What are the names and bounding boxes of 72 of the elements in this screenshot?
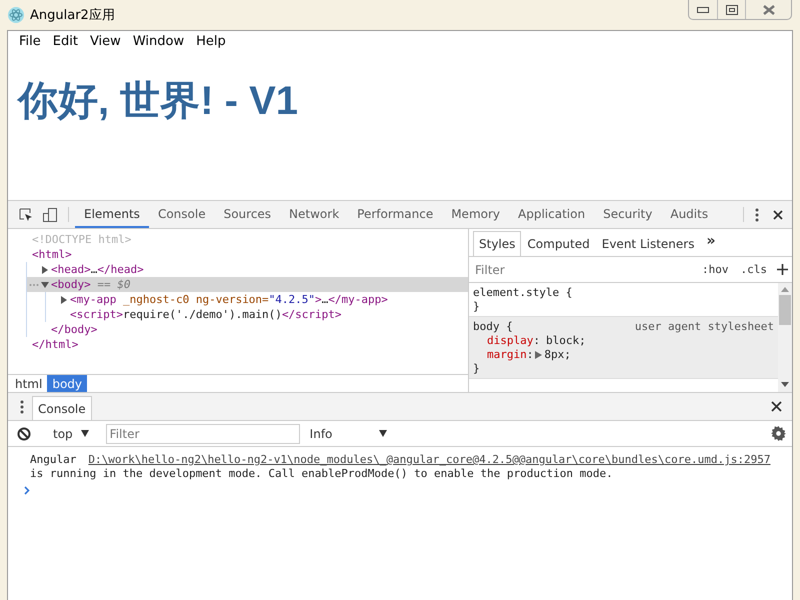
devtools-tab[interactable]: Network bbox=[280, 201, 348, 228]
property-name: margin bbox=[487, 348, 527, 362]
dom-node-text: <my-app _nghost-c0 ng-version="4.2.5">…</my-app> bbox=[70, 292, 388, 307]
console-filter-field[interactable]: Filter bbox=[106, 424, 300, 444]
styles-tab[interactable]: Styles bbox=[473, 231, 522, 256]
devtools-tab[interactable]: Memory bbox=[442, 201, 510, 228]
menu-item[interactable]: Edit bbox=[46, 34, 84, 48]
dom-node-row[interactable]: <head>…</head> bbox=[27, 262, 468, 277]
message-source: Angular bbox=[30, 453, 76, 466]
rule-selector: body { bbox=[473, 320, 513, 334]
more-dots-icon[interactable] bbox=[29, 282, 39, 286]
dom-node-row[interactable]: <html> bbox=[8, 247, 468, 262]
dom-node-text: </html> bbox=[32, 337, 78, 352]
level-dropdown[interactable]: Info bbox=[306, 426, 391, 440]
dom-node-row[interactable]: <script>require('./demo').main()</script> bbox=[46, 307, 468, 322]
dom-node-text: <head>…</head> bbox=[51, 262, 144, 277]
colon-text: : bbox=[526, 348, 534, 362]
dom-node-text: <!DOCTYPE html> bbox=[32, 232, 132, 247]
menu-item[interactable]: View bbox=[84, 34, 127, 48]
breadcrumb[interactable]: html bbox=[10, 375, 48, 392]
expand-triangle-icon[interactable] bbox=[535, 351, 542, 359]
devtools-tab[interactable]: Performance bbox=[348, 201, 442, 228]
styles-tab[interactable]: Computed bbox=[521, 231, 596, 256]
devtools-tab[interactable]: Security bbox=[594, 201, 662, 228]
page-heading: 你好, 世界! - V1 bbox=[18, 78, 298, 125]
caret-icon bbox=[378, 430, 387, 437]
devtools-tab[interactable]: Elements bbox=[75, 201, 149, 228]
minimize-icon bbox=[697, 6, 709, 12]
hov-button[interactable]: :hov bbox=[700, 263, 730, 276]
devtools-tab[interactable]: Console bbox=[148, 201, 215, 228]
rule-origin: user agent stylesheet bbox=[634, 320, 774, 334]
rule-close-brace: } bbox=[473, 300, 480, 313]
styles-tab[interactable]: Event Listeners bbox=[596, 231, 700, 256]
devtools-tab[interactable]: Audits bbox=[661, 201, 718, 228]
atom-logo-icon bbox=[8, 7, 24, 23]
collapsed-triangle-icon[interactable] bbox=[60, 296, 68, 304]
source-link[interactable]: D:\work\hello-ng2\hello-ng2-v1\node_modules\_@angular_core@4.2.5@@angular\core\bundles\core.umd.js:2957 bbox=[88, 453, 770, 466]
close-icon bbox=[762, 4, 776, 14]
settings-icon[interactable] bbox=[771, 426, 786, 441]
prompt-chevron-icon[interactable] bbox=[24, 486, 30, 495]
scroll-down-icon[interactable] bbox=[781, 382, 789, 388]
cls-button[interactable]: .cls bbox=[738, 263, 769, 276]
property-name: display bbox=[487, 334, 534, 348]
dom-node-text: </body> bbox=[51, 322, 98, 337]
menu-item[interactable]: File bbox=[13, 34, 47, 48]
more-tabs-button[interactable]: » bbox=[700, 231, 722, 256]
dom-node-text: <body> == $0 bbox=[51, 277, 130, 292]
message-text: is running in the development mode. Call enableProdMode() to enable the production mode. bbox=[30, 467, 614, 481]
scrollbar[interactable] bbox=[778, 283, 792, 392]
collapsed-triangle-icon[interactable] bbox=[41, 266, 49, 274]
expanded-triangle-icon[interactable] bbox=[41, 280, 49, 288]
menu-item[interactable]: Help bbox=[190, 34, 232, 48]
maximize-icon bbox=[726, 4, 738, 14]
menu-item[interactable]: Window bbox=[126, 34, 190, 48]
dom-node-row[interactable]: <body> == $0 bbox=[27, 277, 468, 292]
dom-node-text: <html> bbox=[32, 247, 72, 262]
rule-selector: element.style { bbox=[473, 286, 572, 300]
property-value: block; bbox=[546, 334, 586, 348]
window-title: Angular2应用 bbox=[30, 7, 115, 24]
devtools-tab[interactable]: Application bbox=[509, 201, 594, 228]
property-value: 8px; bbox=[544, 348, 571, 362]
plus-icon[interactable] bbox=[777, 264, 788, 275]
scrollbar-thumb[interactable] bbox=[779, 295, 791, 325]
drawer-tab[interactable]: Console bbox=[32, 396, 92, 420]
devtools-tab[interactable]: Sources bbox=[214, 201, 280, 228]
rule-close-brace: } bbox=[473, 362, 480, 375]
context-dropdown[interactable]: top bbox=[49, 426, 93, 440]
colon-text: : bbox=[533, 334, 540, 348]
breadcrumb[interactable]: body bbox=[47, 375, 88, 392]
dom-node-row[interactable]: <my-app _nghost-c0 ng-version="4.2.5">…</my-app> bbox=[46, 292, 468, 307]
caret-icon bbox=[80, 430, 89, 437]
dom-node-text: <script>require('./demo').main()</script> bbox=[70, 307, 342, 322]
